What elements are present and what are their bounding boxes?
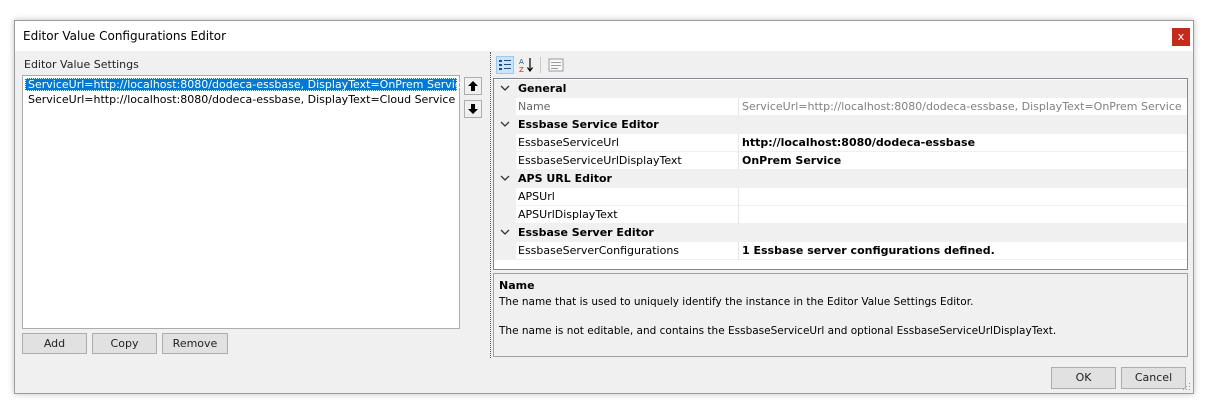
splitter[interactable]: [490, 52, 492, 358]
dialog-title: Editor Value Configurations Editor: [23, 29, 227, 43]
move-down-button[interactable]: [464, 100, 482, 118]
chevron-down-icon: [500, 229, 510, 235]
svg-text:A: A: [519, 58, 524, 66]
property-grid[interactable]: General Name ServiceUrl=http://localhost…: [493, 78, 1188, 270]
property-name: Name: [518, 100, 551, 113]
help-description: The name that is used to uniquely identi…: [499, 296, 974, 308]
property-value: ServiceUrl=http://localhost:8080/dodeca-…: [742, 100, 1182, 113]
property-name: EssbaseServiceUrlDisplayText: [518, 154, 682, 167]
arrow-up-icon: [468, 81, 478, 91]
help-title: Name: [499, 279, 535, 292]
ok-button[interactable]: OK: [1051, 367, 1116, 389]
category-essbase-service-editor[interactable]: Essbase Service Editor: [494, 116, 1187, 134]
category-essbase-server-editor[interactable]: Essbase Server Editor: [494, 224, 1187, 242]
property-row-essbase-service-url[interactable]: EssbaseServiceUrl http://localhost:8080/…: [494, 134, 1187, 152]
help-description: The name is not editable, and contains t…: [499, 325, 1057, 337]
column-divider: [738, 134, 739, 152]
editor-value-settings-label: Editor Value Settings: [24, 58, 139, 71]
property-row-aps-url[interactable]: APSUrl: [494, 188, 1187, 206]
resize-grip-icon[interactable]: [1181, 381, 1191, 391]
row-margin: [494, 134, 516, 152]
row-margin: [494, 242, 516, 260]
title-bar: Editor Value Configurations Editor x: [15, 21, 1193, 51]
property-row-essbase-server-configurations[interactable]: EssbaseServerConfigurations 1 Essbase se…: [494, 242, 1187, 260]
alphabetical-button[interactable]: A Z: [517, 56, 535, 74]
property-help-panel: Name The name that is used to uniquely i…: [493, 273, 1188, 357]
column-divider: [738, 206, 739, 224]
column-divider: [738, 242, 739, 260]
property-pages-icon: [548, 58, 564, 72]
list-item[interactable]: ServiceUrl=http://localhost:8080/dodeca-…: [25, 78, 468, 91]
property-row-aps-url-display-text[interactable]: APSUrlDisplayText: [494, 206, 1187, 224]
property-name: EssbaseServerConfigurations: [518, 244, 680, 257]
remove-button[interactable]: Remove: [162, 333, 228, 354]
cancel-button[interactable]: Cancel: [1121, 367, 1186, 389]
column-divider: [738, 152, 739, 170]
property-value[interactable]: http://localhost:8080/dodeca-essbase: [742, 136, 975, 149]
close-button[interactable]: x: [1172, 28, 1190, 46]
property-row-essbase-service-url-display-text[interactable]: EssbaseServiceUrlDisplayText OnPrem Serv…: [494, 152, 1187, 170]
copy-button[interactable]: Copy: [92, 333, 157, 354]
property-value[interactable]: 1 Essbase server configurations defined.: [742, 244, 995, 257]
editor-value-configurations-dialog: Editor Value Configurations Editor x Edi…: [14, 20, 1194, 394]
property-row-name[interactable]: Name ServiceUrl=http://localhost:8080/do…: [494, 98, 1187, 116]
property-name: APSUrl: [518, 190, 555, 203]
property-grid-toolbar: A Z: [492, 52, 1187, 78]
row-margin: [494, 98, 516, 116]
editor-value-settings-list[interactable]: ServiceUrl=http://localhost:8080/dodeca-…: [22, 75, 468, 329]
category-label: Essbase Service Editor: [518, 118, 659, 131]
column-divider: [738, 188, 739, 206]
chevron-down-icon: [500, 121, 510, 127]
row-margin: [494, 188, 516, 206]
category-label: Essbase Server Editor: [518, 226, 654, 239]
category-label: APS URL Editor: [518, 172, 612, 185]
category-aps-url-editor[interactable]: APS URL Editor: [494, 170, 1187, 188]
close-icon: x: [1177, 30, 1185, 43]
category-label: General: [518, 82, 567, 95]
move-up-button[interactable]: [464, 77, 482, 95]
add-button[interactable]: Add: [22, 333, 87, 354]
row-margin: [494, 152, 516, 170]
property-value[interactable]: OnPrem Service: [742, 154, 841, 167]
categorized-button[interactable]: [496, 56, 514, 74]
toolbar-separator: [540, 57, 541, 73]
row-margin: [494, 206, 516, 224]
property-pages-button[interactable]: [547, 56, 565, 74]
categorized-icon: [499, 60, 511, 70]
chevron-down-icon: [500, 175, 510, 181]
arrow-down-icon: [468, 104, 478, 114]
svg-text:Z: Z: [519, 66, 524, 73]
category-general[interactable]: General: [494, 80, 1187, 98]
property-name: APSUrlDisplayText: [518, 208, 618, 221]
list-item[interactable]: ServiceUrl=http://localhost:8080/dodeca-…: [25, 93, 457, 106]
column-divider: [738, 98, 739, 116]
sort-az-icon: A Z: [519, 58, 533, 73]
property-name: EssbaseServiceUrl: [518, 136, 619, 149]
chevron-down-icon: [500, 85, 510, 91]
